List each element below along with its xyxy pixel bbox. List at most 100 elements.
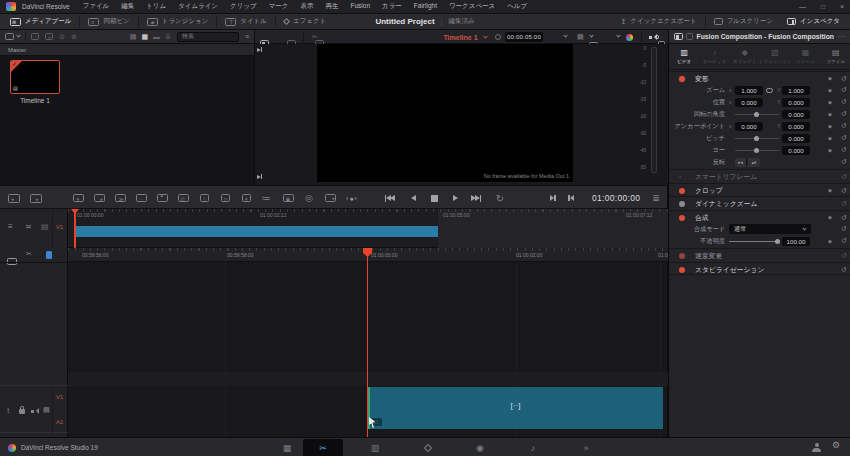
zoom-x-input[interactable]: 1.000 [735,86,763,95]
track-height-icon[interactable]: ↕ [6,406,10,415]
opacity-input[interactable]: 100.00 [782,237,810,246]
sync-bin-button[interactable]: ≡ 同期ビン [80,17,137,26]
speed-change-reset-icon[interactable]: ↺ [839,249,849,262]
flip-reset-icon[interactable]: ↺ [839,156,849,168]
opacity-reset-icon[interactable]: ↺ [839,235,849,247]
zoom-keyframe-icon[interactable]: ◆ [825,84,835,96]
metadata-view-icon[interactable]: ≣ [165,33,171,41]
media-pool-button[interactable]: ⊞ メディアプール [6,17,79,26]
section-stabilization[interactable]: スタビライゼーション ↺ [669,262,850,275]
pitch-slider[interactable] [735,138,779,139]
ripple-overwrite-icon[interactable]: ≫ [112,186,128,210]
composite-toggle[interactable] [679,215,685,221]
go-start-icon[interactable] [382,186,398,210]
list-view-icon[interactable]: ▬ [153,33,160,40]
titles-button[interactable]: T タイトル [217,17,275,26]
tab-video[interactable]: ▥ビデオ [669,49,699,64]
pitch-keyframe-icon[interactable]: ◆ [825,132,835,144]
maximize-icon[interactable]: □ [821,3,825,10]
timeline-thumbnail[interactable]: ✓ ▤ [10,60,60,94]
timeline-options-icon[interactable]: ≣ [648,186,664,210]
yaw-keyframe-icon[interactable]: ◆ [825,144,835,156]
zoom-y-input[interactable]: 1.000 [782,86,810,95]
marker-tool-icon[interactable] [46,251,52,259]
relink-icon[interactable]: ⊕ [71,33,77,41]
fullscreen-button[interactable]: フルスクリーン [706,17,781,26]
page-fusion[interactable] [411,438,445,456]
stabilization-toggle[interactable] [679,267,685,273]
step-back-icon[interactable] [405,186,421,210]
place-on-top-icon[interactable]: ▴ [154,186,170,210]
audio-mute-icon[interactable] [649,34,659,40]
source-overwrite-icon[interactable]: ⊡ [175,186,191,210]
tab-image[interactable]: ▦イメージ [790,49,820,64]
menu-item[interactable]: 編集 [121,2,134,11]
import-media-icon[interactable]: ↑ [31,33,39,40]
page-fairlight[interactable]: ♪ [516,438,550,456]
position-reset-icon[interactable]: ↺ [839,96,849,108]
speed-change-toggle[interactable] [679,253,685,259]
rotation-input[interactable]: 0.000 [782,110,810,119]
minimize-icon[interactable]: — [799,3,806,10]
section-dynamic-zoom[interactable]: ダイナミックズーム ↺ [669,196,850,209]
close-icon[interactable]: × [840,3,844,10]
tab-audio[interactable]: ♪オーディオ [699,49,729,64]
tab-transition[interactable]: ▧トランジション [760,49,790,64]
page-color[interactable]: ◉ [463,438,497,456]
dynamic-zoom-reset-icon[interactable]: ↺ [839,197,849,210]
inspector-button[interactable]: インスペクタ [781,17,846,26]
append-clip-icon[interactable]: ◂ [6,186,22,210]
tab-effects[interactable]: ◆エフェクト [730,49,760,64]
menu-item[interactable]: カラー [382,2,402,11]
mute-track-icon[interactable] [31,408,39,414]
track-view-icon[interactable]: ▤ [41,222,49,231]
detail-tracks[interactable]: [··] ∴ [68,262,668,437]
menu-item[interactable]: クリップ [230,2,257,11]
zoom-menu-chevron-icon[interactable] [616,33,620,37]
menu-item[interactable]: Fusion [351,2,371,11]
transitions-button[interactable]: ▰ トランジション [139,17,217,26]
yaw-reset-icon[interactable]: ↺ [839,144,849,156]
page-edit[interactable]: ▥ [358,438,392,456]
detail-playhead[interactable] [367,248,369,441]
track-layers-icon[interactable]: ≡ [8,222,13,231]
close-up-icon[interactable]: ⌐ [133,186,149,210]
transform-toggle[interactable] [679,76,685,82]
menu-item[interactable]: マーク [269,2,289,11]
zoom-reset-icon[interactable]: ↺ [839,84,849,96]
user-icon[interactable] [812,443,821,452]
overview-playhead[interactable] [74,209,76,248]
rotation-reset-icon[interactable]: ↺ [839,108,849,120]
audio-track-label[interactable]: A1 [56,419,63,425]
settings-gear-icon[interactable]: ⚙ [832,440,840,450]
boring-detector-icon[interactable]: ◎ [301,186,317,210]
position-keyframe-icon[interactable]: ◆ [825,96,835,108]
snap-icon[interactable]: ⊓ [217,186,233,210]
overview-clip[interactable] [75,226,438,237]
menu-item[interactable]: ファイル [83,2,110,11]
sort-icon[interactable]: ≡ [245,33,249,40]
video-track-icon[interactable]: ▤ [43,406,50,414]
search-input[interactable]: 検索 [177,32,239,42]
timeline-timecode[interactable]: 01:00:00:00 [592,186,640,210]
inspector-panel-icon[interactable] [674,33,683,40]
go-end-icon[interactable] [468,186,484,210]
yaw-input[interactable]: 0.000 [782,146,810,155]
thumbnail-view-icon[interactable]: ▦ [141,33,148,41]
sync-clip-icon[interactable]: ▸ [322,186,338,210]
camera-icon[interactable]: ▣ [280,186,296,210]
play-to-out-icon[interactable] [563,186,579,210]
section-composite[interactable]: 合成 ◆ ↺ [669,210,850,223]
composite-mode-select[interactable]: 通常 [729,224,811,234]
smart-insert-icon[interactable]: ▾ [70,186,86,210]
crop-toggle[interactable] [679,188,685,194]
dynamic-zoom-toggle[interactable] [679,201,685,207]
position-y-input[interactable]: 0.000 [782,98,810,107]
anchor-reset-icon[interactable]: ↺ [839,120,849,132]
menu-item[interactable]: タイムライン [178,2,218,11]
stop-icon[interactable] [426,186,442,210]
menu-item[interactable]: 表示 [301,2,314,11]
inspector-expand-icon[interactable] [686,33,693,40]
new-bin-icon[interactable]: + [45,33,53,40]
page-media[interactable]: ▦ [270,438,304,456]
